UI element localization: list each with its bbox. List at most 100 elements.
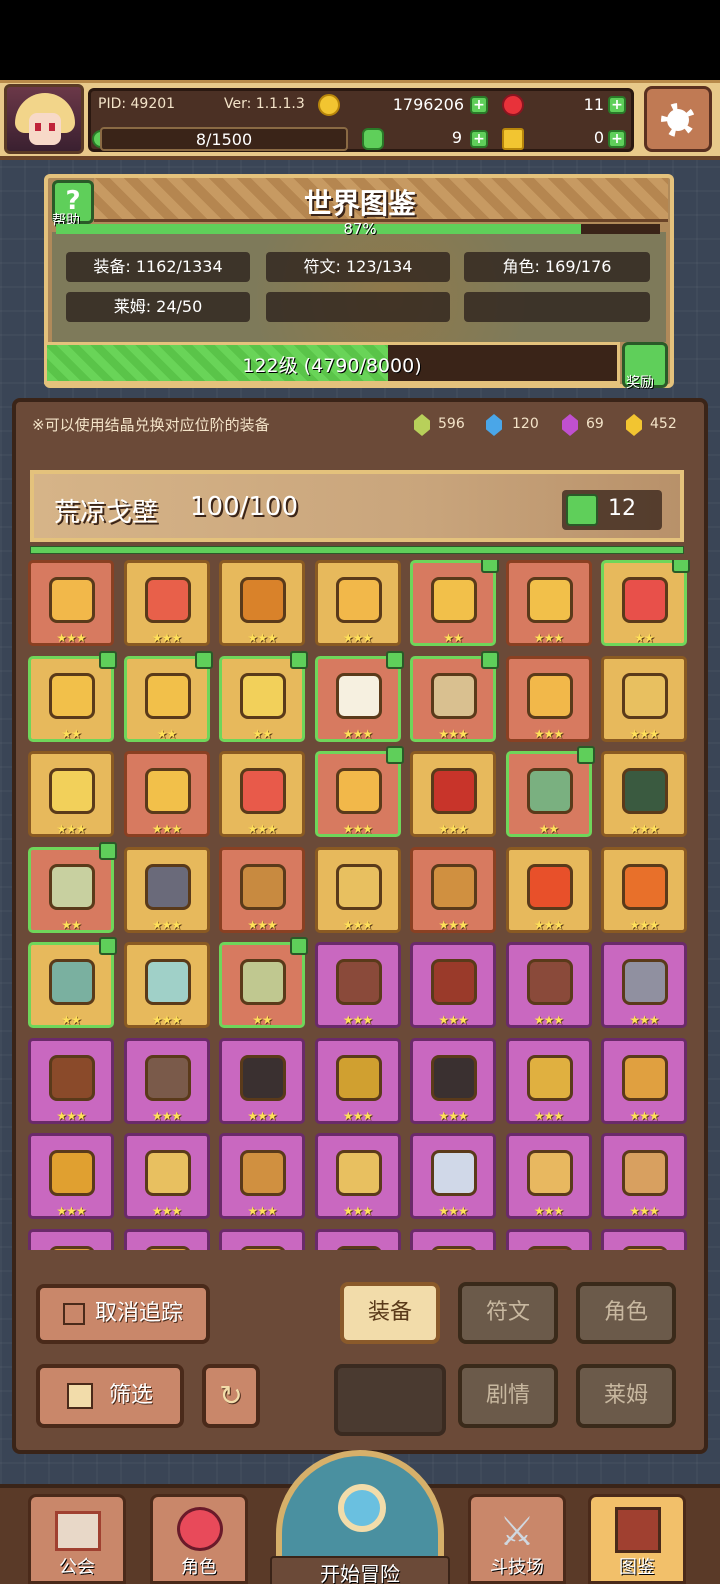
equipment-slot[interactable]: ★★★ bbox=[28, 1133, 114, 1219]
refresh-button[interactable]: ↻ bbox=[202, 1364, 260, 1428]
equipment-slot[interactable]: ★★ bbox=[123, 650, 213, 742]
equipment-slot[interactable]: ★★★ bbox=[314, 560, 401, 646]
exchange-notice: ※可以使用结晶兑换对应位阶的装备 bbox=[32, 416, 270, 434]
equipment-slot[interactable]: ★★★ bbox=[28, 560, 114, 646]
equipment-slot[interactable]: ★★★ bbox=[505, 560, 592, 646]
equipment-slot[interactable]: ★★★ bbox=[28, 1228, 114, 1250]
equipment-slot[interactable]: ★★★ bbox=[505, 1228, 592, 1250]
equipment-slot[interactable]: ★★★ bbox=[314, 1133, 401, 1219]
untrack-button[interactable]: 取消追踪 bbox=[36, 1284, 210, 1344]
tab-slime[interactable]: 莱姆 bbox=[576, 1364, 676, 1428]
add-key-button[interactable]: + bbox=[608, 130, 626, 148]
equipment-slot[interactable]: ★★★ bbox=[601, 942, 687, 1028]
tab-story[interactable]: 剧情 bbox=[458, 1364, 558, 1428]
equipment-slot[interactable]: ★★★ bbox=[505, 942, 592, 1028]
equipment-slot[interactable]: ★★★ bbox=[314, 1037, 401, 1124]
equipment-item-icon bbox=[431, 1245, 477, 1250]
equipment-slot[interactable]: ★★★ bbox=[505, 655, 592, 742]
equipment-slot[interactable]: ★★★ bbox=[410, 846, 496, 933]
equipment-slot[interactable]: ★★★ bbox=[314, 1228, 401, 1250]
equipment-item-icon bbox=[49, 672, 95, 719]
equipment-slot[interactable]: ★★ bbox=[28, 841, 117, 933]
equipment-slot[interactable]: ★★★ bbox=[505, 846, 592, 933]
star-rating: ★★ bbox=[634, 631, 655, 645]
equipment-slot[interactable]: ★★★ bbox=[410, 751, 496, 837]
equipment-slot[interactable]: ★★★ bbox=[219, 1228, 305, 1250]
add-red-gem-button[interactable]: + bbox=[608, 96, 626, 114]
equipment-slot[interactable]: ★★★ bbox=[219, 846, 305, 933]
add-clover-button[interactable]: + bbox=[470, 130, 488, 148]
equipment-item-icon bbox=[431, 1054, 477, 1101]
nav-guild[interactable]: 公会 bbox=[28, 1494, 126, 1584]
completion-percent: 87% bbox=[343, 220, 377, 238]
equipment-slot[interactable]: ★★ bbox=[28, 937, 117, 1028]
equipment-slot[interactable]: ★★ bbox=[410, 560, 499, 646]
equipment-item-icon bbox=[431, 672, 477, 719]
equipment-slot[interactable]: ★★ bbox=[219, 650, 308, 742]
equipment-slot[interactable]: ★★★ bbox=[123, 1228, 210, 1250]
equipment-item-icon bbox=[526, 959, 573, 1005]
star-rating: ★★★ bbox=[438, 1204, 468, 1218]
equipment-item-icon bbox=[622, 1150, 668, 1196]
equipment-slot[interactable]: ★★★ bbox=[123, 560, 210, 646]
equipment-slot[interactable]: ★★★ bbox=[314, 650, 404, 742]
add-gold-button[interactable]: + bbox=[470, 96, 488, 114]
equipment-slot[interactable]: ★★★ bbox=[28, 1037, 114, 1124]
nav-encyclopedia[interactable]: 图鉴 bbox=[588, 1494, 686, 1584]
equipment-item-icon bbox=[240, 1054, 286, 1101]
equipment-slot[interactable]: ★★★ bbox=[28, 751, 114, 837]
star-rating: ★★★ bbox=[342, 822, 373, 836]
star-rating: ★★★ bbox=[342, 1108, 373, 1123]
equipment-slot[interactable]: ★★★ bbox=[505, 1037, 592, 1124]
equipment-slot[interactable]: ★★★ bbox=[123, 846, 210, 933]
grid-icon bbox=[66, 1383, 93, 1409]
tab-empty bbox=[334, 1364, 446, 1436]
nav-arena[interactable]: ⚔ 斗技场 bbox=[468, 1494, 566, 1584]
equipment-slot[interactable]: ★★★ bbox=[314, 942, 401, 1028]
equipment-slot[interactable]: ★★★ bbox=[601, 1133, 687, 1219]
filter-button[interactable]: 筛选 bbox=[36, 1364, 184, 1428]
equipment-slot[interactable]: ★★ bbox=[505, 746, 595, 837]
equipment-slot[interactable]: ★★★ bbox=[410, 650, 499, 742]
nav-character[interactable]: 角色 bbox=[150, 1494, 248, 1584]
thumbs-up-icon[interactable] bbox=[566, 494, 598, 526]
equipment-slot[interactable]: ★★★ bbox=[314, 846, 401, 933]
equipment-slot[interactable]: ★★★ bbox=[410, 1037, 496, 1124]
equipment-slot[interactable]: ★★★ bbox=[123, 1133, 210, 1219]
star-rating: ★★ bbox=[61, 917, 82, 932]
equipment-slot[interactable]: ★★★ bbox=[601, 1037, 687, 1124]
tab-characters[interactable]: 角色 bbox=[576, 1282, 676, 1344]
equipment-slot[interactable]: ★★★ bbox=[219, 560, 305, 646]
equipment-item-icon bbox=[144, 577, 191, 623]
equipment-slot[interactable]: ★★★ bbox=[219, 1037, 305, 1124]
equipment-slot[interactable]: ★★★ bbox=[123, 1037, 210, 1124]
equipment-slot[interactable]: ★★★ bbox=[601, 1228, 687, 1250]
equipment-slot[interactable]: ★★★ bbox=[601, 751, 687, 837]
player-avatar[interactable] bbox=[4, 84, 84, 154]
equipment-slot[interactable]: ★★ bbox=[28, 650, 117, 742]
star-rating: ★★★ bbox=[342, 917, 373, 932]
equipment-slot[interactable]: ★★★ bbox=[410, 1228, 496, 1250]
equipment-slot[interactable]: ★★★ bbox=[505, 1133, 592, 1219]
equipment-slot[interactable]: ★★★ bbox=[123, 751, 210, 837]
equipment-item-icon bbox=[526, 1150, 573, 1196]
equipment-slot[interactable]: ★★★ bbox=[410, 1133, 496, 1219]
equipment-slot[interactable]: ★★★ bbox=[410, 942, 496, 1028]
equipment-slot[interactable]: ★★★ bbox=[601, 655, 687, 742]
tab-equipment[interactable]: 装备 bbox=[340, 1282, 440, 1344]
equipment-slot[interactable]: ★★★ bbox=[314, 746, 404, 837]
stat-slime: 莱姆: 24/50 bbox=[66, 292, 250, 322]
equipment-slot[interactable]: ★★★ bbox=[219, 751, 305, 837]
red-gem-amount: 11 bbox=[583, 95, 604, 114]
equipment-slot[interactable]: ★★★ bbox=[123, 942, 210, 1028]
equipment-slot[interactable]: ★★★ bbox=[601, 846, 687, 933]
settings-button[interactable] bbox=[644, 86, 712, 152]
equipment-slot[interactable]: ★★★ bbox=[219, 1133, 305, 1219]
equipment-slot[interactable]: ★★ bbox=[601, 560, 690, 646]
equipment-item-icon bbox=[526, 1054, 573, 1101]
tab-runes[interactable]: 符文 bbox=[458, 1282, 558, 1344]
equipment-slot[interactable]: ★★ bbox=[219, 937, 308, 1028]
like-count: 12 bbox=[608, 496, 636, 521]
star-rating: ★★★ bbox=[438, 822, 468, 836]
star-rating: ★★★ bbox=[533, 1013, 564, 1027]
